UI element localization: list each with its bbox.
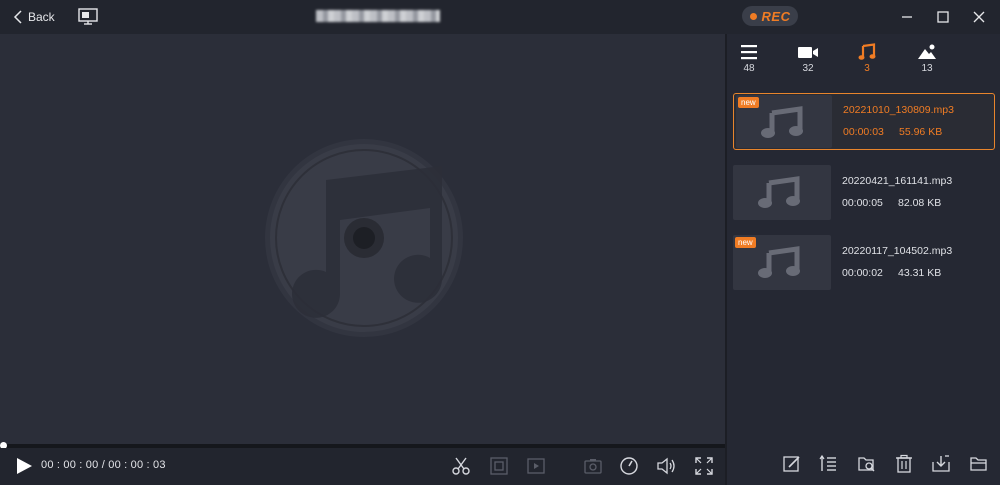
search-folder-icon [858,457,875,472]
volume-button[interactable] [656,456,676,476]
crop-button[interactable] [489,456,509,476]
crop-icon [490,457,508,475]
list-item[interactable]: 20220421_161141.mp3 00:00:05 82.08 KB [733,165,995,222]
item-filename: 20220117_104502.mp3 [842,245,953,257]
music-note-icon [758,176,800,208]
list-icon [741,45,757,60]
delete-button[interactable] [894,454,914,474]
music-note-icon [858,43,876,60]
tab-video[interactable]: 32 [786,42,830,82]
image-icon [918,44,936,59]
tab-audio-count: 3 [864,63,870,74]
volume-icon [657,457,675,475]
title-bar: Back REC [0,0,1000,34]
camera-icon [584,459,602,474]
video-camera-icon [798,47,818,58]
export-icon [932,455,950,472]
speed-button[interactable] [619,456,639,476]
chevron-left-icon [13,10,22,24]
media-preview-area[interactable] [0,34,725,471]
close-button[interactable] [970,8,988,26]
list-item[interactable]: new 20220117_104502.mp3 00:00:02 43.31 K… [733,235,995,292]
item-size: 43.31 KB [898,267,942,279]
time-display: 00 : 00 : 00 / 00 : 00 : 03 [41,459,166,471]
minimize-icon [902,16,912,18]
screen-mirror-button[interactable] [78,8,98,26]
recordings-sidebar: 48 32 3 13 new 20221010_130809.mp3 00:00… [727,34,1000,485]
item-duration: 00:00:03 [843,126,884,138]
trim-button[interactable] [451,456,471,476]
tab-video-count: 32 [802,63,814,74]
current-time: 00 : 00 : 00 [41,459,99,471]
play-button[interactable] [15,457,33,475]
close-icon [973,11,985,23]
item-thumbnail: new [736,95,832,148]
record-dot-icon [749,12,757,20]
tab-audio[interactable]: 3 [845,42,889,82]
minimize-button[interactable] [898,8,916,26]
item-thumbnail [733,165,831,220]
tab-all-count: 48 [743,63,755,74]
fullscreen-button[interactable] [694,456,714,476]
maximize-icon [937,11,949,23]
tab-all[interactable]: 48 [727,42,771,82]
export-button[interactable] [931,454,951,474]
open-folder-button[interactable] [969,454,989,474]
item-duration: 00:00:05 [842,197,883,209]
new-badge: new [735,237,756,248]
play-icon [17,458,32,474]
rec-button[interactable]: REC [742,6,798,26]
media-frame-button[interactable] [526,456,546,476]
media-frame-icon [527,458,545,474]
item-thumbnail: new [733,235,831,290]
item-size: 55.96 KB [899,126,943,138]
item-size: 82.08 KB [898,197,942,209]
music-note-icon [758,246,800,278]
player-controls: 00 : 00 : 00 / 00 : 00 : 03 [0,448,725,485]
audio-disc-icon [265,139,463,337]
item-duration: 00:00:02 [842,267,883,279]
music-note-icon [761,106,803,138]
sidebar-toolbar [727,448,1000,485]
edit-icon [783,456,800,472]
sort-icon [819,454,836,471]
delete-icon [896,454,912,473]
scissors-icon [452,457,470,475]
file-title-redacted [316,10,440,22]
item-filename: 20221010_130809.mp3 [843,104,954,116]
back-button[interactable]: Back [13,8,55,26]
fullscreen-icon [695,457,713,475]
tab-images-count: 13 [921,63,933,74]
maximize-button[interactable] [934,8,952,26]
time-separator: / [101,459,105,471]
search-folder-button[interactable] [857,454,877,474]
sort-button[interactable] [819,454,839,474]
item-filename: 20220421_161141.mp3 [842,175,953,187]
monitor-icon [78,8,98,25]
rec-label: REC [761,8,791,24]
edit-button[interactable] [782,454,802,474]
open-folder-icon [970,457,987,471]
total-time: 00 : 00 : 03 [108,459,166,471]
snapshot-button[interactable] [583,456,603,476]
list-item[interactable]: new 20221010_130809.mp3 00:00:03 55.96 K… [733,93,995,150]
speed-icon [620,457,638,475]
new-badge: new [738,97,759,108]
back-label: Back [28,10,55,24]
tab-images[interactable]: 13 [905,42,949,82]
